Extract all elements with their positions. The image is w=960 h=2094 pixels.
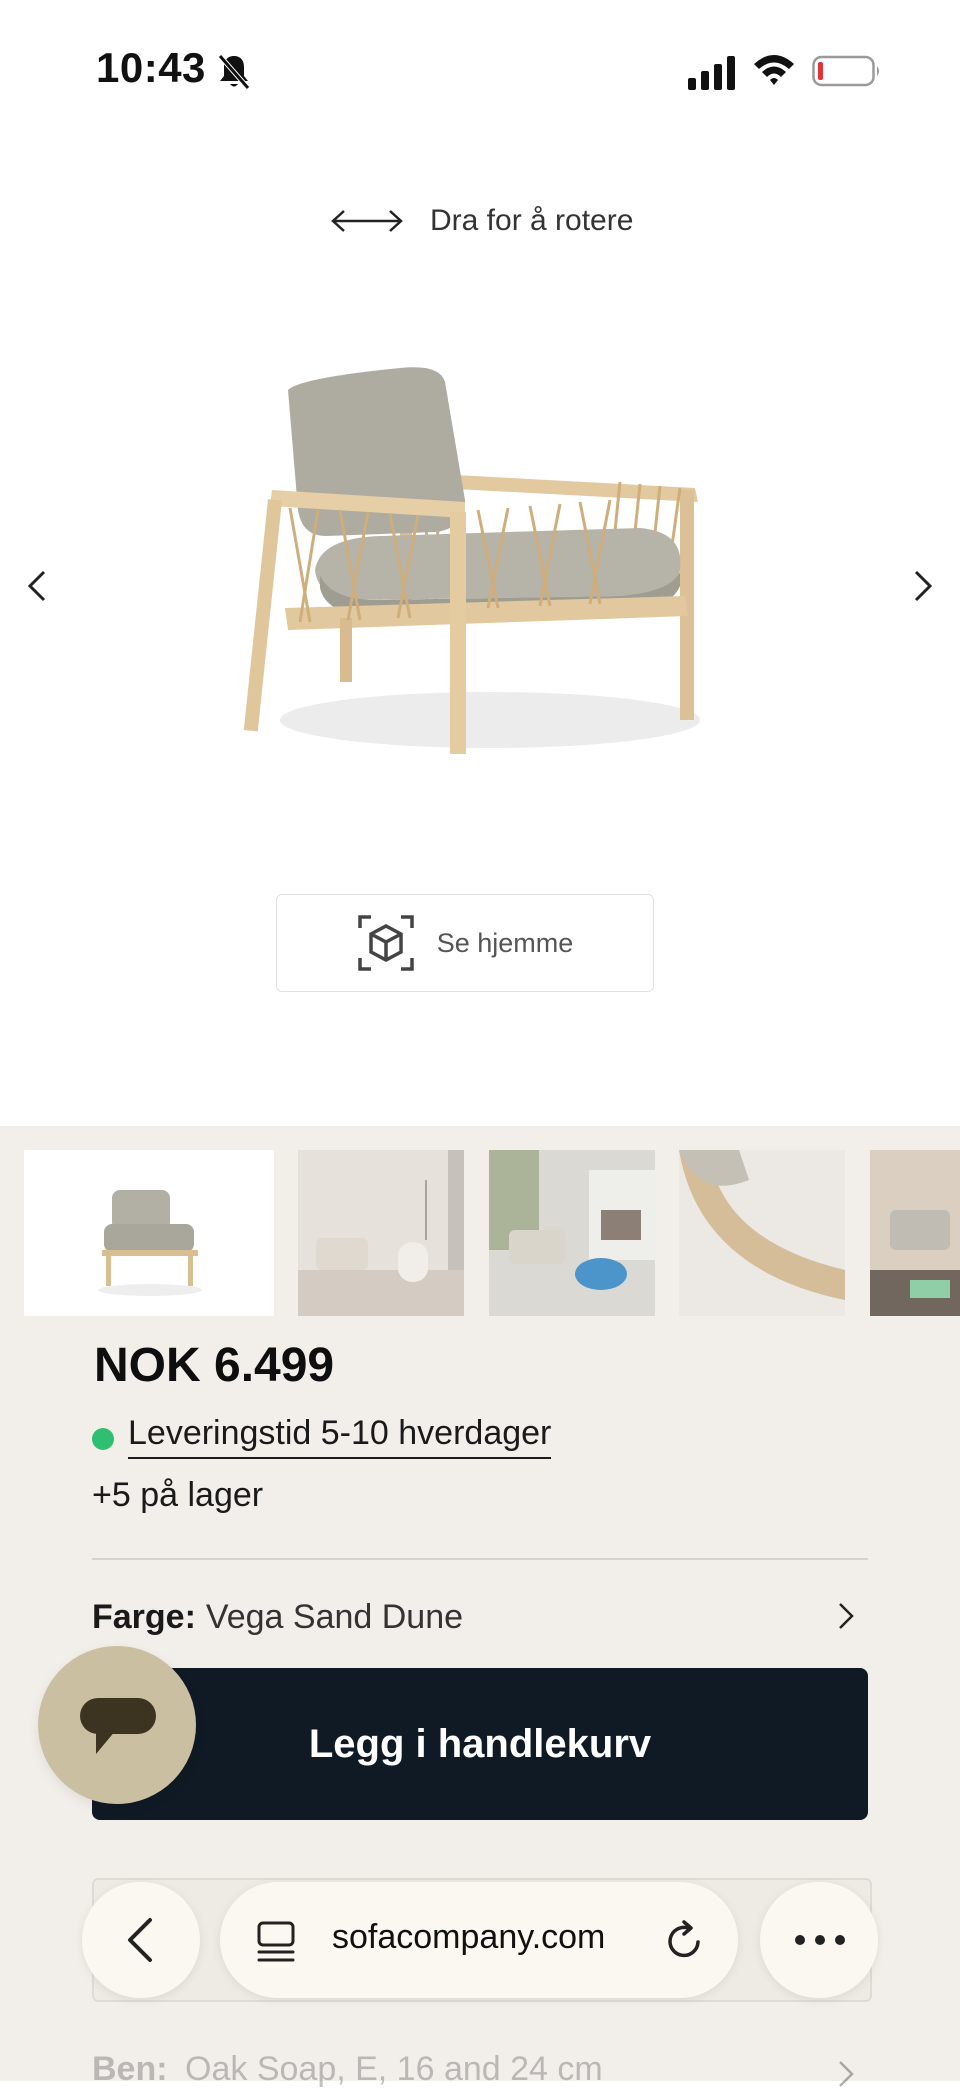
ar-cube-icon	[357, 915, 414, 971]
delivery-time-link[interactable]: Leveringstid 5-10 hverdager	[128, 1414, 552, 1459]
address-bar[interactable]: sofacompany.com	[220, 1882, 738, 1998]
thumbnail-studio[interactable]	[24, 1150, 274, 1316]
horizontal-arrows-icon	[331, 210, 403, 232]
thumbnail-lifestyle[interactable]	[870, 1150, 960, 1316]
thumbnail-living-room-2[interactable]	[489, 1150, 655, 1316]
previous-image-button[interactable]	[18, 560, 58, 612]
chat-bubble-icon	[80, 1698, 156, 1754]
chevron-right-icon	[839, 2061, 854, 2087]
rotate-hint: Dra for å rotere	[330, 196, 633, 246]
rotate-hint-text: Dra for å rotere	[430, 204, 634, 237]
chevron-left-icon	[27, 570, 46, 602]
ar-button-label: Se hjemme	[436, 927, 574, 958]
thumbnail-detail-image	[679, 1150, 845, 1316]
thumbnail-detail[interactable]	[679, 1150, 845, 1316]
thumbnail-room-image	[489, 1150, 655, 1316]
color-selector[interactable]: Farge: Vega Sand Dune	[92, 1594, 868, 1640]
view-in-home-ar-button[interactable]: Se hjemme	[276, 894, 654, 992]
stock-count: +5 på lager	[92, 1476, 264, 1514]
divider	[92, 1558, 868, 1560]
wifi-icon	[754, 55, 794, 85]
chevron-right-icon	[914, 570, 933, 602]
thumbnail-living-room-1[interactable]	[298, 1150, 464, 1316]
chevron-left-icon	[128, 1918, 152, 1962]
legs-label: Ben:	[92, 2050, 168, 2088]
add-to-cart-button[interactable]: Legg i handlekurv	[92, 1668, 868, 1820]
tab-overview-icon	[257, 1921, 295, 1962]
chevron-right-icon	[839, 1603, 854, 1629]
thumbnail-chair-image	[98, 1190, 202, 1296]
bell-slash-icon	[218, 54, 250, 90]
in-stock-indicator	[92, 1428, 114, 1450]
address-text: sofacompany.com	[332, 1918, 606, 1956]
thumbnail-room-image	[298, 1150, 464, 1316]
cellular-signal-icon	[688, 56, 735, 90]
legs-selector[interactable]: Ben: Oak Soap, E, 16 and 24 cm	[92, 2050, 868, 2094]
status-time: 10:43	[96, 44, 206, 91]
more-dots-icon	[795, 1935, 845, 1945]
legs-value: Oak Soap, E, 16 and 24 cm	[185, 2050, 603, 2088]
thumbnail-room-image	[870, 1150, 960, 1316]
product-image-chair[interactable]	[240, 360, 720, 800]
color-value: Vega Sand Dune	[205, 1597, 464, 1636]
color-label: Farge:	[92, 1597, 196, 1636]
reload-icon[interactable]	[664, 1920, 706, 1962]
battery-low-icon	[812, 55, 879, 87]
product-price: NOK 6.499	[94, 1339, 335, 1392]
next-image-button[interactable]	[902, 560, 942, 612]
